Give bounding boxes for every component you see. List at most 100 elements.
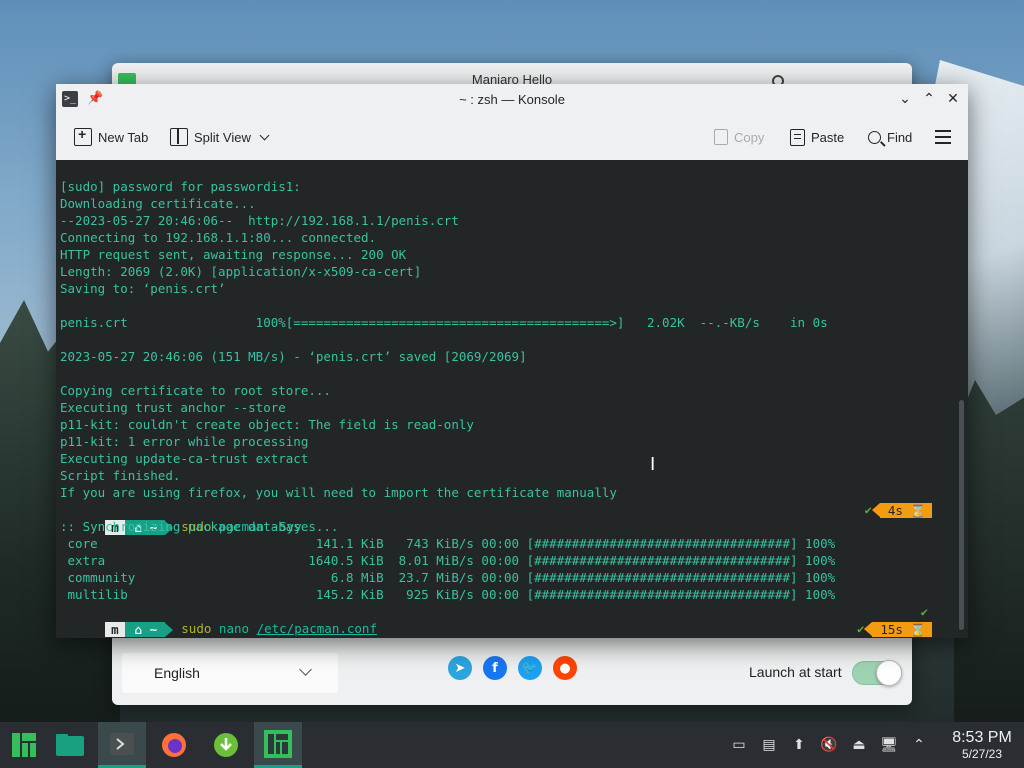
search-icon [868, 130, 881, 144]
terminal-line: p11-kit: 1 error while processing [60, 434, 309, 449]
terminal-line: Script finished. [60, 468, 181, 483]
copy-button[interactable]: Copy [714, 126, 764, 148]
terminal-line: Executing update-ca-trust extract [60, 451, 309, 466]
language-value: English [154, 665, 200, 681]
paste-label: Paste [811, 129, 845, 145]
updates-icon[interactable]: ⬆ [788, 734, 810, 756]
prompt-line: m ⌂ ~ sudo pacman -Syy ✔ 4s ⌛ [56, 501, 968, 535]
hamburger-menu-button[interactable] [935, 126, 951, 148]
minimize-button[interactable]: ⌄ [898, 88, 912, 110]
clock[interactable]: 8:53 PM 5/27/23 [940, 729, 1024, 761]
terminal-line: Length: 2069 (2.0K) [application/x-x509-… [60, 264, 422, 279]
split-view-icon [170, 128, 188, 146]
success-check-icon: ✔ [920, 605, 928, 619]
downloader-icon [214, 733, 238, 757]
terminal-line: Downloading certificate... [60, 196, 256, 211]
duration-badge: 15s ⌛ [864, 622, 932, 637]
chevron-up-icon[interactable]: ⌃ [908, 734, 930, 756]
telegram-icon[interactable]: ➤ [448, 656, 472, 680]
chevron-down-icon [299, 663, 312, 676]
facebook-icon[interactable]: f [483, 656, 507, 680]
text-cursor-icon: I [650, 454, 656, 475]
terminal-line: Copying certificate to root store... [60, 383, 331, 398]
taskbar: ▭ ▤ ⬆ 🔇 ⏏ 🖥 ⌃ 8:53 PM 5/27/23 [0, 722, 1024, 768]
prompt-line: m ⌂ ~ sudo nano /etc/pacman.conf ✔ [56, 603, 968, 637]
terminal-line: extra 1640.5 KiB 8.01 MiB/s 00:00 [#####… [60, 553, 836, 568]
system-tray: ▭ ▤ ⬆ 🔇 ⏏ 🖥 ⌃ 8:53 PM 5/27/23 [724, 722, 1024, 768]
hamburger-menu-icon [935, 130, 951, 144]
terminal-line: core 141.1 KiB 743 KiB/s 00:00 [########… [60, 536, 836, 551]
success-check-icon: ✔ [864, 503, 872, 517]
taskbar-firefox[interactable] [150, 722, 198, 768]
hello-footer: English ➤ f 🐦 ● Launch at start [112, 648, 912, 698]
copy-icon [714, 129, 728, 145]
terminal-line: If you are using firefox, you will need … [60, 485, 617, 500]
manjaro-hello-icon [264, 729, 292, 758]
terminal-line: Executing trust anchor --store [60, 400, 286, 415]
konsole-window[interactable]: >_ 📌 ~ : zsh — Konsole ⌄ ⌃ ✕ New Tab Spl… [56, 84, 968, 638]
terminal-line: [sudo] password for passwordis1: [60, 179, 301, 194]
terminal-line: multilib 145.2 KiB 925 KiB/s 00:00 [####… [60, 587, 836, 602]
split-view-label: Split View [194, 129, 251, 145]
find-label: Find [887, 129, 913, 145]
konsole-titlebar[interactable]: >_ 📌 ~ : zsh — Konsole ⌄ ⌃ ✕ [56, 84, 968, 114]
prompt-line: m⌂ ~ ✔ 15s ⌛ [56, 620, 968, 637]
paste-icon [790, 128, 805, 146]
terminal-line: p11-kit: couldn't create object: The fie… [60, 417, 474, 432]
duration-badge: 4s ⌛ [871, 503, 932, 518]
terminal-area[interactable]: [sudo] password for passwordis1: Download… [56, 160, 968, 638]
network-icon[interactable]: 🖥 [878, 734, 900, 756]
usb-device-icon[interactable]: ⏏ [848, 734, 870, 756]
launch-at-start-toggle[interactable] [852, 660, 902, 686]
terminal-line: 2023-05-27 20:46:06 (151 MB/s) - ‘penis.… [60, 349, 527, 364]
terminal-line: community 6.8 MiB 23.7 MiB/s 00:00 [####… [60, 570, 836, 585]
volume-muted-icon[interactable]: 🔇 [818, 734, 840, 756]
konsole-toolbar: New Tab Split View Copy Paste Find [56, 114, 968, 159]
chevron-down-icon [259, 130, 270, 140]
new-tab-button[interactable]: New Tab [74, 126, 148, 148]
toggle-knob [876, 660, 902, 686]
pin-icon[interactable]: 📌 [87, 90, 103, 106]
language-select[interactable]: English [122, 653, 338, 693]
reddit-icon[interactable]: ● [553, 656, 577, 680]
find-button[interactable]: Find [868, 126, 912, 148]
sync-output: :: Synchronizing package databases... co… [56, 518, 968, 603]
clock-time: 8:53 PM [952, 729, 1012, 746]
terminal-line: :: Synchronizing package databases... [60, 519, 339, 534]
firefox-icon [162, 733, 186, 757]
paste-button[interactable]: Paste [790, 126, 844, 148]
file-manager-icon [56, 734, 84, 756]
twitter-icon[interactable]: 🐦 [518, 656, 542, 680]
taskbar-downloader[interactable] [202, 722, 250, 768]
terminal-output: [sudo] password for passwordis1: Download… [56, 178, 968, 501]
scrollbar[interactable] [959, 400, 964, 630]
terminal-line: Saving to: ‘penis.crt’ [60, 281, 226, 296]
clock-date: 5/27/23 [961, 747, 1003, 761]
konsole-icon [110, 732, 134, 755]
terminal-line: --2023-05-27 20:46:06-- http://192.168.1… [60, 213, 459, 228]
maximize-button[interactable]: ⌃ [922, 88, 936, 110]
taskbar-konsole[interactable] [98, 722, 146, 768]
new-tab-icon [74, 126, 92, 146]
new-tab-label: New Tab [98, 129, 149, 145]
clipboard-icon[interactable]: ▤ [758, 734, 780, 756]
window-title: ~ : zsh — Konsole [459, 91, 565, 107]
application-launcher[interactable] [0, 722, 48, 768]
terminal-line: Connecting to 192.168.1.1:80... connecte… [60, 230, 377, 245]
social-links: ➤ f 🐦 ● [448, 656, 577, 680]
terminal-line: penis.crt 100%[=========================… [60, 315, 828, 330]
launch-at-start-label: Launch at start [749, 664, 842, 680]
split-view-button[interactable]: Split View [170, 126, 270, 148]
copy-label: Copy [734, 129, 765, 145]
show-desktop-icon[interactable]: ▭ [728, 734, 750, 756]
manjaro-menu-icon [12, 733, 36, 757]
terminal-line: HTTP request sent, awaiting response... … [60, 247, 407, 262]
close-button[interactable]: ✕ [946, 88, 960, 110]
success-check-icon: ✔ [857, 622, 865, 636]
konsole-app-icon[interactable]: >_ [62, 91, 78, 107]
taskbar-manjaro-hello[interactable] [254, 722, 302, 768]
taskbar-file-manager[interactable] [46, 722, 94, 768]
